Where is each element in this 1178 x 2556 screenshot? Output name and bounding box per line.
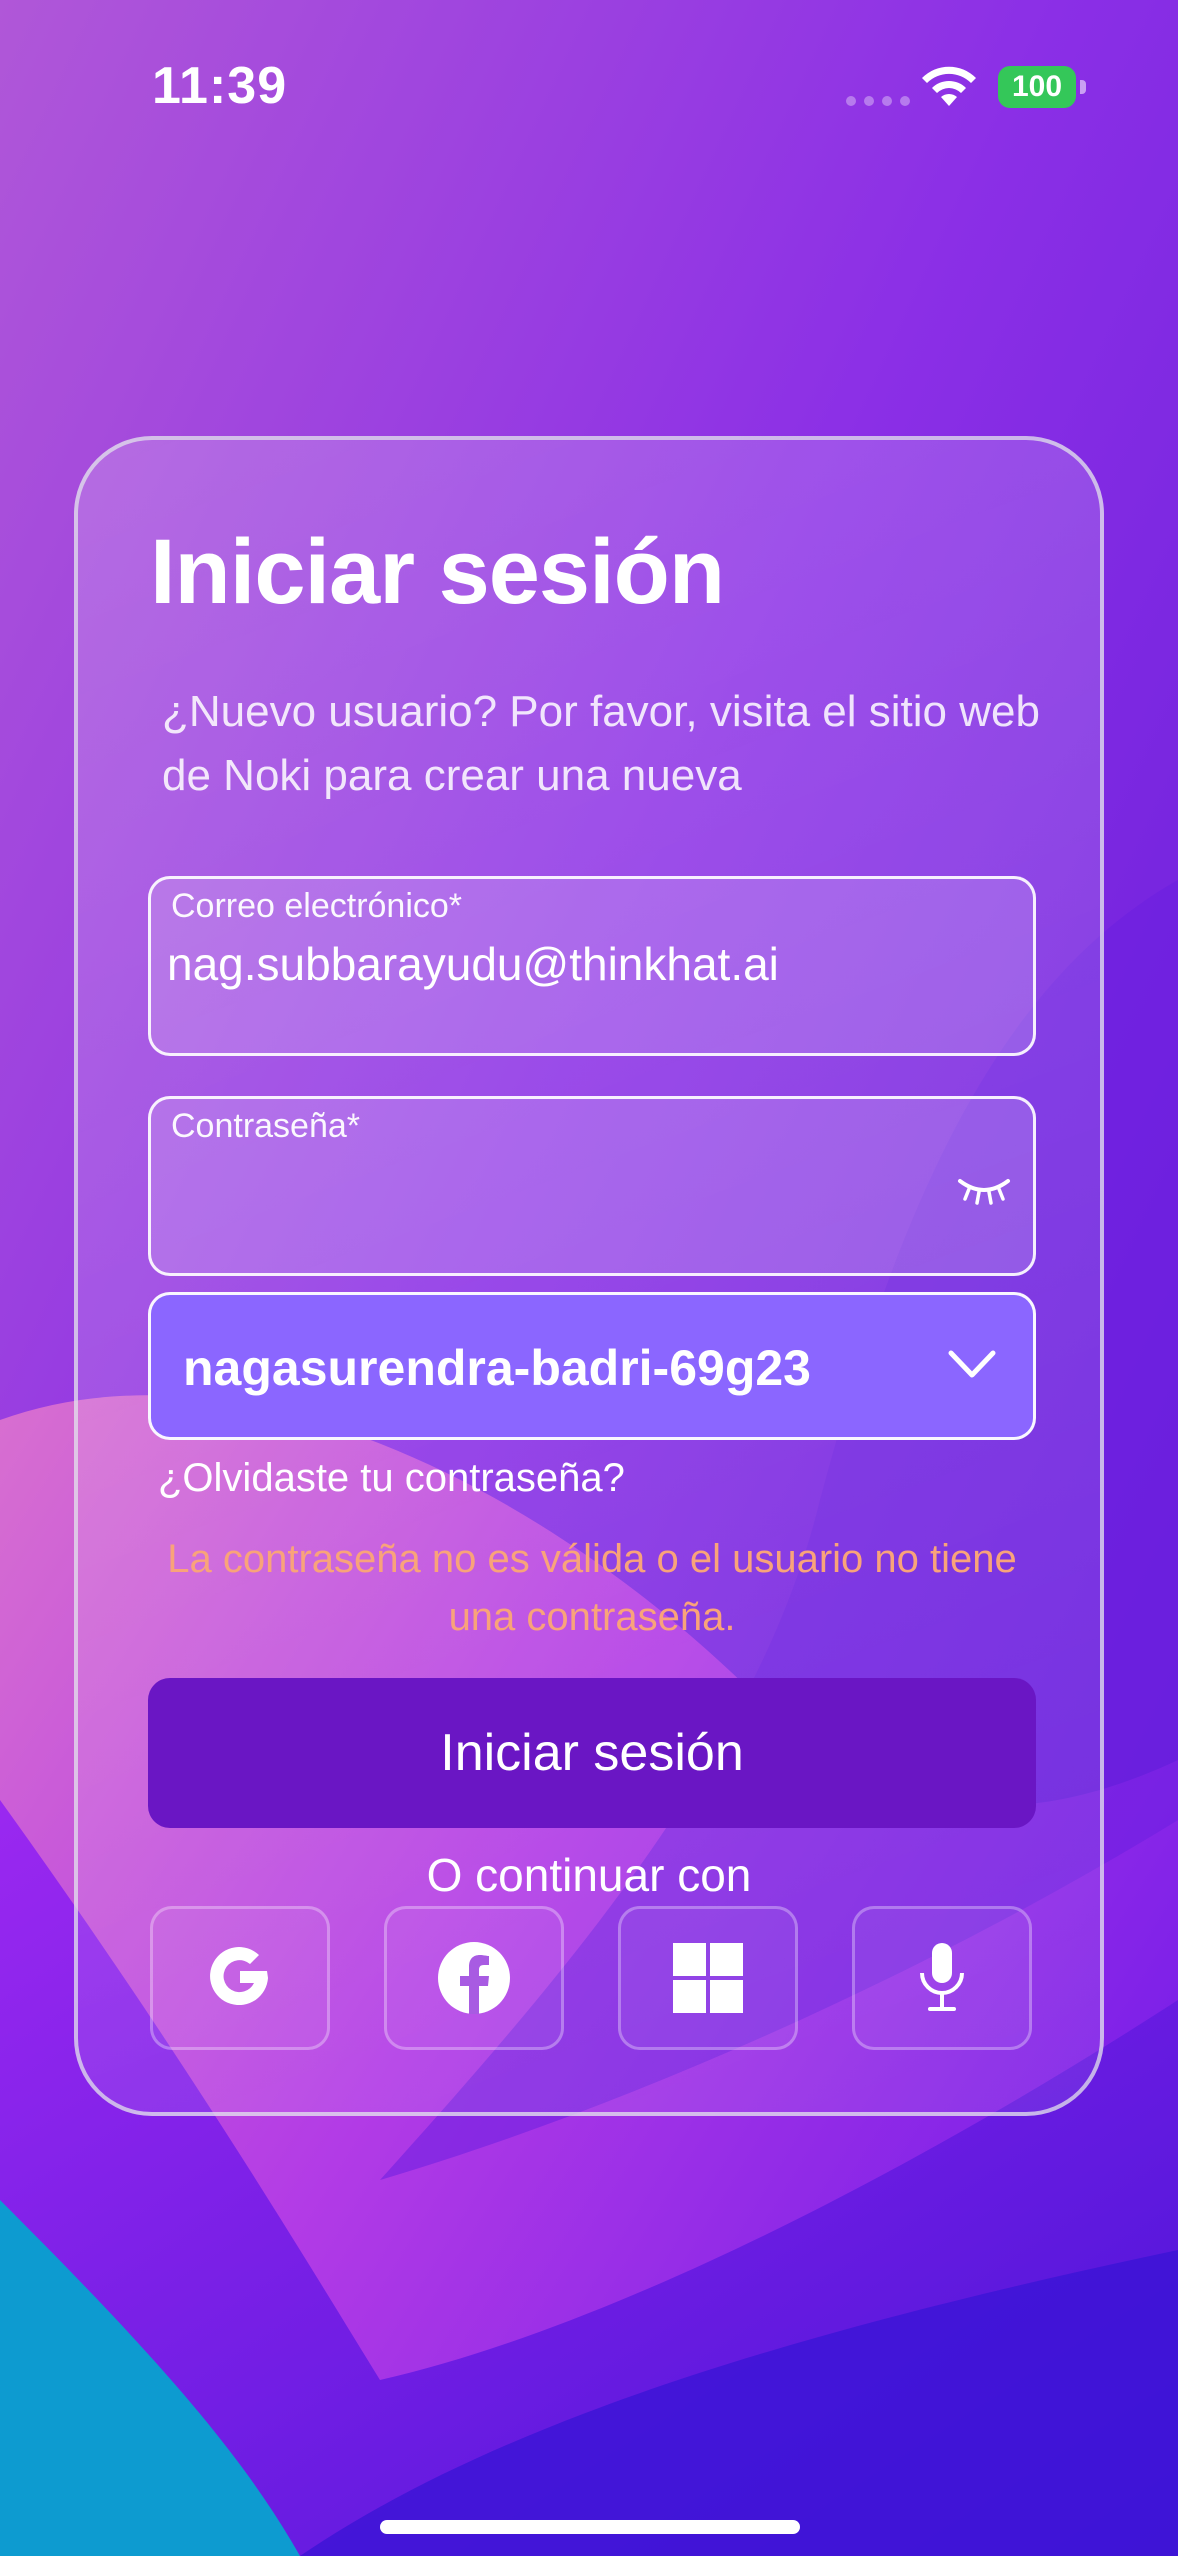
workspace-select[interactable]: nagasurendra-badri-69g23: [148, 1292, 1036, 1440]
status-bar: 11:39 100: [0, 0, 1178, 180]
voice-login-button[interactable]: [852, 1906, 1032, 2050]
error-message: La contraseña no es válida o el usuario …: [167, 1537, 1017, 1639]
new-user-hint: ¿Nuevo usuario? Por favor, visita el sit…: [162, 687, 1040, 800]
battery-icon: 100: [998, 66, 1086, 108]
login-card: Iniciar sesión ¿Nuevo usuario? Por favor…: [74, 436, 1104, 2116]
email-field[interactable]: Correo electrónico* nag.subbarayudu@thin…: [148, 876, 1036, 1056]
page-title: Iniciar sesión: [150, 521, 725, 623]
email-label: Correo electrónico*: [171, 887, 463, 925]
wifi-icon: [922, 66, 976, 106]
cellular-signal-icon: [846, 96, 910, 106]
microsoft-button[interactable]: [618, 1906, 798, 2050]
facebook-icon: [438, 1942, 510, 2014]
continue-with-label: O continuar con: [426, 1849, 752, 1901]
eye-closed-icon[interactable]: [957, 1173, 1011, 1207]
google-button[interactable]: [150, 1906, 330, 2050]
facebook-button[interactable]: [384, 1906, 564, 2050]
google-icon: [210, 1947, 268, 2006]
password-field[interactable]: Contraseña*: [148, 1096, 1036, 1276]
password-label: Contraseña*: [171, 1107, 361, 1145]
windows-icon: [673, 1943, 743, 2013]
workspace-selected: nagasurendra-badri-69g23: [183, 1340, 811, 1396]
forgot-password-link[interactable]: ¿Olvidaste tu contraseña?: [158, 1456, 625, 1501]
microphone-icon: [920, 1943, 964, 2011]
chevron-down-icon: [948, 1350, 996, 1378]
status-time: 11:39: [152, 57, 288, 115]
home-indicator[interactable]: [380, 2520, 800, 2534]
email-input[interactable]: nag.subbarayudu@thinkhat.ai: [167, 937, 779, 991]
login-button[interactable]: Iniciar sesión: [148, 1678, 1036, 1828]
